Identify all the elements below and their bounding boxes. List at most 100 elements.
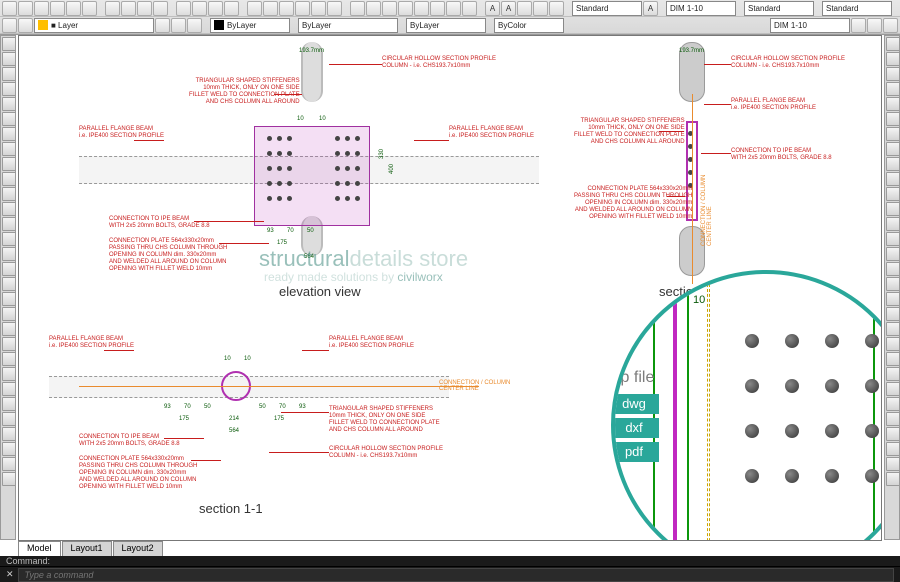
mod-groupedit-icon[interactable] [886, 367, 900, 381]
offset-icon[interactable] [446, 1, 461, 16]
draw-mline-icon[interactable] [2, 262, 16, 276]
mod-extend-icon[interactable] [886, 187, 900, 201]
draw-text-icon[interactable] [2, 247, 16, 261]
scale-icon[interactable] [382, 1, 397, 16]
mod-properties-icon[interactable] [886, 427, 900, 441]
draw-arc-icon[interactable] [2, 112, 16, 126]
mod-rotate-icon[interactable] [886, 127, 900, 141]
drawing-canvas[interactable]: 193.7mm CIRCULAR HOLLOW SECTION PROFILE … [18, 35, 882, 541]
mod-blockedit-icon[interactable] [886, 352, 900, 366]
draw-point-icon[interactable] [2, 187, 16, 201]
draw-polygon-icon[interactable] [2, 82, 16, 96]
rotate-icon[interactable] [366, 1, 381, 16]
dim-icon[interactable] [517, 1, 532, 16]
mod-scale-icon[interactable] [886, 142, 900, 156]
mod-join-icon[interactable] [886, 217, 900, 231]
move-icon[interactable] [350, 1, 365, 16]
mod-select-icon[interactable] [886, 397, 900, 411]
draw-line-icon[interactable] [2, 37, 16, 51]
arc-icon[interactable] [295, 1, 310, 16]
tab-model[interactable]: Model [18, 541, 61, 556]
zoom-icon[interactable] [192, 1, 207, 16]
extend-icon[interactable] [430, 1, 445, 16]
mod-purge-icon[interactable] [886, 457, 900, 471]
text-icon[interactable]: A [485, 1, 500, 16]
tab-layout2[interactable]: Layout2 [113, 541, 163, 556]
redo-icon[interactable] [82, 1, 97, 16]
draw-ellipse-icon[interactable] [2, 157, 16, 171]
open-icon[interactable] [18, 1, 33, 16]
mod-chamfer-icon[interactable] [886, 232, 900, 246]
layer-combo[interactable]: ■ Layer [34, 18, 154, 33]
draw-table-icon[interactable] [2, 232, 16, 246]
mod-offset-icon[interactable] [886, 82, 900, 96]
mod-mirror-icon[interactable] [886, 67, 900, 81]
pline-icon[interactable] [263, 1, 278, 16]
mod-setvar-icon[interactable] [886, 442, 900, 456]
draw-hatch-icon[interactable] [2, 202, 16, 216]
line-icon[interactable] [247, 1, 262, 16]
mlstyle-combo[interactable]: Standard [744, 1, 814, 16]
tab-layout1[interactable]: Layout1 [62, 541, 112, 556]
mod-trim-icon[interactable] [886, 172, 900, 186]
command-input[interactable] [18, 568, 894, 582]
draw-gradient-icon[interactable] [2, 382, 16, 396]
mod-pedit-icon[interactable] [886, 307, 900, 321]
mod-copy-icon[interactable] [886, 52, 900, 66]
layer-prev-icon[interactable] [187, 18, 202, 33]
color-combo[interactable]: ByLayer [210, 18, 290, 33]
mod-break-icon[interactable] [886, 202, 900, 216]
lineweight-combo[interactable]: ByLayer [406, 18, 486, 33]
textstyle-combo[interactable]: Standard [572, 1, 642, 16]
dim-align-icon[interactable] [867, 18, 882, 33]
zoom-window-icon[interactable] [208, 1, 223, 16]
draw-attach-icon[interactable] [2, 442, 16, 456]
draw-boundary-icon[interactable] [2, 367, 16, 381]
textstyle-icon[interactable]: A [643, 1, 658, 16]
leader-icon[interactable] [533, 1, 548, 16]
undo-icon[interactable] [66, 1, 81, 16]
draw-field-icon[interactable] [2, 472, 16, 486]
mod-move-icon[interactable] [886, 112, 900, 126]
layer-lock-icon[interactable] [171, 18, 186, 33]
mod-stretch-icon[interactable] [886, 157, 900, 171]
dimstyle2-combo[interactable]: DIM 1-10 [770, 18, 850, 33]
draw-donut-icon[interactable] [2, 292, 16, 306]
mtext-icon[interactable]: A [501, 1, 516, 16]
layer-on-icon[interactable] [18, 18, 33, 33]
fillet-icon[interactable] [462, 1, 477, 16]
mod-array-icon[interactable] [886, 97, 900, 111]
tablestyle-combo[interactable]: Standard [822, 1, 892, 16]
draw-revcloud-icon[interactable] [2, 307, 16, 321]
layer-freeze-icon[interactable] [155, 18, 170, 33]
draw-circle-icon[interactable] [2, 127, 16, 141]
draw-spline-icon[interactable] [2, 142, 16, 156]
draw-rect-icon[interactable] [2, 97, 16, 111]
mod-hatchedit-icon[interactable] [886, 337, 900, 351]
new-icon[interactable] [2, 1, 17, 16]
copy-icon[interactable] [121, 1, 136, 16]
draw-wipeout-icon[interactable] [2, 322, 16, 336]
hatch-icon[interactable] [327, 1, 342, 16]
linetype-combo[interactable]: ByLayer [298, 18, 398, 33]
mod-audit-icon[interactable] [886, 472, 900, 486]
table-icon[interactable] [549, 1, 564, 16]
draw-helix-icon[interactable] [2, 352, 16, 366]
draw-xline-icon[interactable] [2, 52, 16, 66]
match-icon[interactable] [153, 1, 168, 16]
save-icon[interactable] [34, 1, 49, 16]
draw-image-icon[interactable] [2, 457, 16, 471]
layer-props-icon[interactable] [2, 18, 17, 33]
circle-icon[interactable] [279, 1, 294, 16]
cut-icon[interactable] [105, 1, 120, 16]
dimstyle-combo[interactable]: DIM 1-10 [666, 1, 736, 16]
draw-block-icon[interactable] [2, 172, 16, 186]
mod-erase-icon[interactable] [886, 37, 900, 51]
mirror-icon[interactable] [398, 1, 413, 16]
draw-ray-icon[interactable] [2, 277, 16, 291]
draw-pline-icon[interactable] [2, 67, 16, 81]
draw-breakline-icon[interactable] [2, 412, 16, 426]
rect-icon[interactable] [311, 1, 326, 16]
plotstyle-combo[interactable]: ByColor [494, 18, 564, 33]
draw-3dpoly-icon[interactable] [2, 337, 16, 351]
